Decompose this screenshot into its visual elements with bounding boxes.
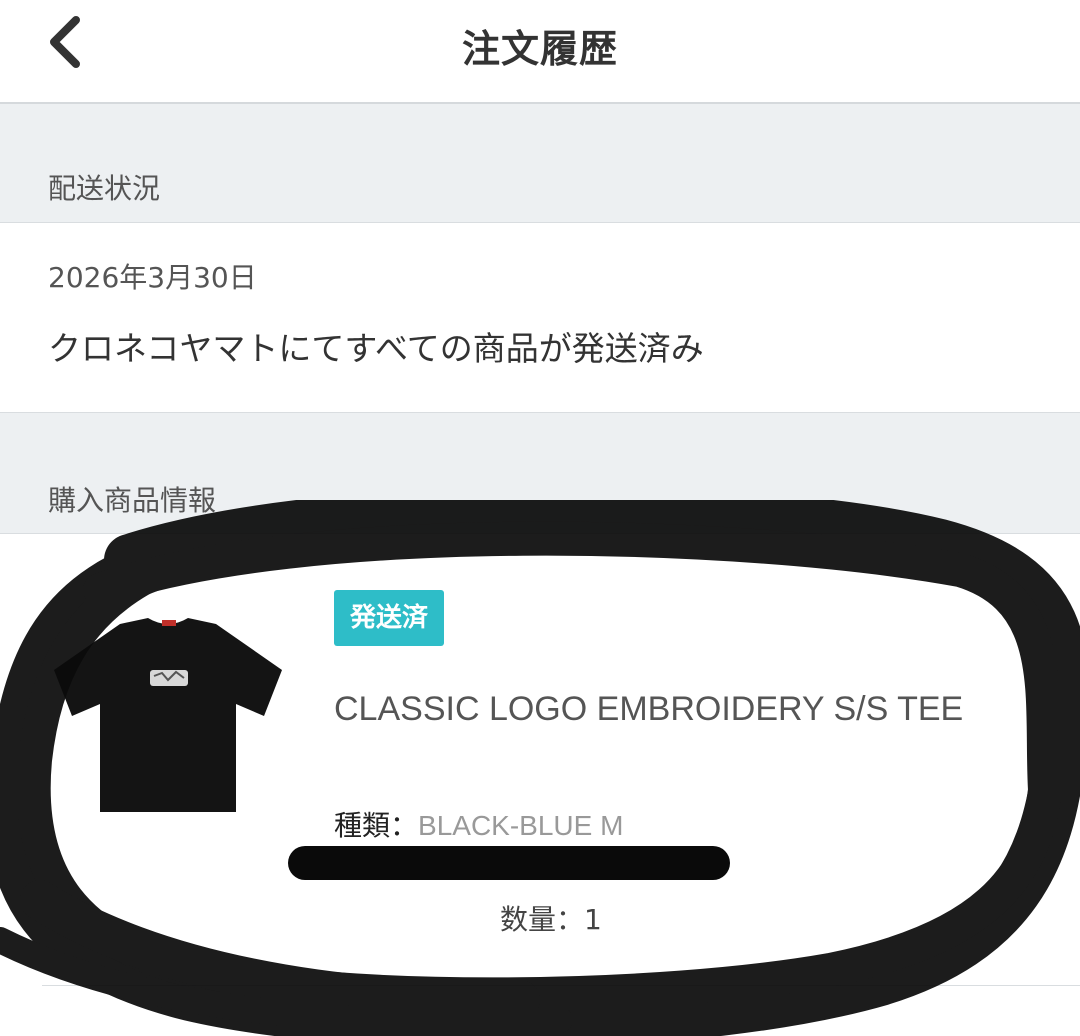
status-badge: 発送済 bbox=[334, 590, 445, 646]
purchase-section-label: 購入商品情報 bbox=[48, 484, 217, 517]
navigation-bar: 注文履歴 bbox=[0, 0, 1080, 104]
variant-label: 種類： bbox=[334, 809, 419, 842]
purchase-section-header: 購入商品情報 bbox=[0, 412, 1080, 534]
product-variant: 種類：BLACK-BLUE M bbox=[334, 804, 623, 844]
shipping-status: クロネコヤマトにてすべての商品が発送済み bbox=[48, 329, 704, 368]
product-name[interactable]: CLASSIC LOGO EMBROIDERY S/S TEE bbox=[334, 686, 1034, 732]
redaction-bar bbox=[288, 846, 730, 880]
page-title: 注文履歴 bbox=[461, 27, 618, 71]
row-divider bbox=[42, 985, 1080, 986]
product-quantity: 数量：1 bbox=[500, 903, 602, 936]
shipping-section-label: 配送状況 bbox=[48, 172, 161, 205]
shipping-section-header: 配送状況 bbox=[0, 104, 1080, 223]
shipping-date: 2026年3月30日 bbox=[48, 261, 257, 294]
variant-value: BLACK-BLUE M bbox=[418, 810, 624, 841]
black-tshirt-image[interactable] bbox=[50, 616, 286, 816]
